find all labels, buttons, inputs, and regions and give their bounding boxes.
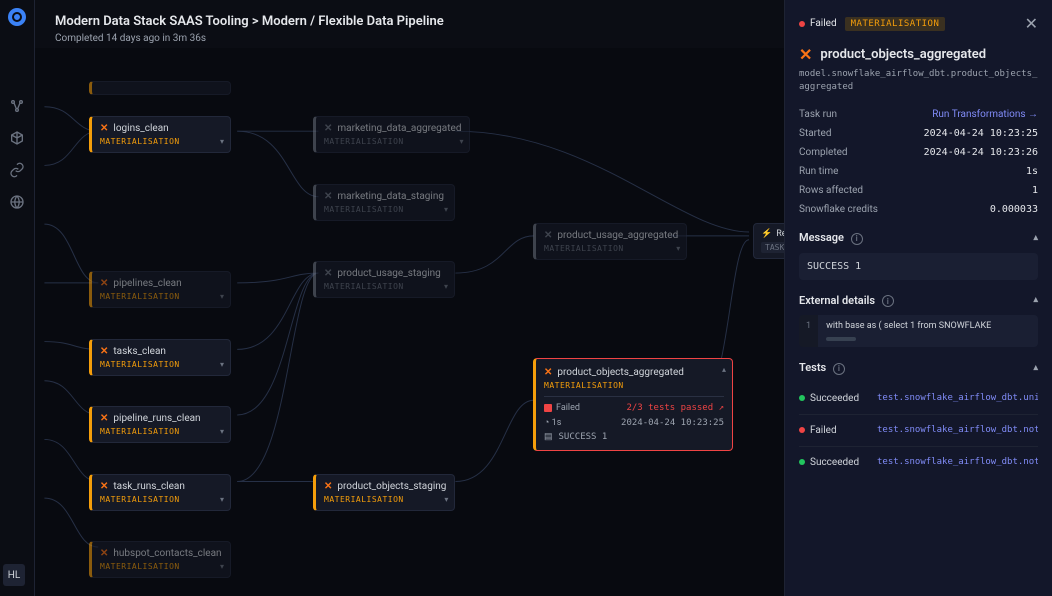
chevron-up-icon[interactable]: ▴ — [722, 365, 726, 374]
node-partial-top[interactable] — [89, 81, 231, 95]
link-icon[interactable] — [9, 162, 25, 178]
close-icon[interactable]: ✕ — [1025, 14, 1038, 33]
code-block[interactable]: 1 with base as ( select 1 from SNOWFLAKE — [799, 315, 1038, 347]
node-product-usage-staging[interactable]: ✕product_usage_staging MATERIALISATION ▾ — [313, 261, 455, 298]
chevron-down-icon[interactable]: ▾ — [220, 562, 224, 571]
run-subtitle: Completed 14 days ago in 3m 36s — [55, 33, 444, 44]
model-icon: ✕ — [799, 45, 812, 64]
left-rail — [0, 0, 35, 596]
external-details-section: External details i▴ 1 with base as ( sel… — [799, 294, 1038, 348]
status-dot-icon — [799, 459, 805, 465]
chevron-down-icon[interactable]: ▾ — [220, 427, 224, 436]
task-run-link[interactable]: Run Transformations → — [932, 109, 1038, 120]
chevron-up-icon[interactable]: ▴ — [1033, 363, 1038, 373]
node-product-usage-aggregated[interactable]: ✕product_usage_aggregated MATERIALISATIO… — [533, 223, 687, 260]
chevron-up-icon[interactable]: ▴ — [1033, 233, 1038, 243]
chevron-down-icon[interactable]: ▾ — [676, 244, 680, 253]
test-row[interactable]: Succeeded test.snowflake_airflow_dbt.uni… — [799, 383, 1038, 414]
node-marketing-data-staging[interactable]: ✕marketing_data_staging MATERIALISATION … — [313, 184, 455, 221]
chevron-down-icon[interactable]: ▾ — [220, 292, 224, 301]
node-marketing-data-aggregated[interactable]: ✕marketing_data_aggregated MATERIALISATI… — [313, 116, 470, 153]
panel-subtitle: model.snowflake_airflow_dbt.product_obje… — [799, 68, 1038, 93]
node-hubspot-contacts-clean[interactable]: ✕hubspot_contacts_clean MATERIALISATION … — [89, 541, 231, 578]
panel-title: product_objects_aggregated — [820, 47, 986, 62]
node-task-runs-clean[interactable]: ✕task_runs_clean MATERIALISATION ▾ — [89, 474, 231, 511]
graph-icon[interactable] — [9, 98, 25, 114]
chevron-down-icon[interactable]: ▾ — [444, 495, 448, 504]
chevron-down-icon[interactable]: ▾ — [444, 282, 448, 291]
meta-table: Task runRun Transformations → Started202… — [799, 109, 1038, 215]
type-badge: MATERIALISATION — [845, 17, 946, 31]
chevron-down-icon[interactable]: ▾ — [220, 137, 224, 146]
chevron-down-icon[interactable]: ▾ — [444, 205, 448, 214]
chevron-up-icon[interactable]: ▴ — [1033, 295, 1038, 305]
message-body: SUCCESS 1 — [799, 253, 1038, 280]
status-chip-failed: Failed — [799, 18, 837, 29]
status-failed-icon — [544, 404, 552, 412]
user-avatar[interactable]: HL — [3, 564, 25, 586]
test-row[interactable]: Failed test.snowflake_airflow_dbt.not_nu… — [799, 414, 1038, 446]
node-logins-clean[interactable]: ✕logins_clean MATERIALISATION ▾ — [89, 116, 231, 153]
node-tasks-clean[interactable]: ✕tasks_clean MATERIALISATION ▾ — [89, 339, 231, 376]
status-dot-icon — [799, 427, 805, 433]
info-icon[interactable]: i — [833, 363, 845, 375]
message-section: Message i▴ SUCCESS 1 — [799, 231, 1038, 280]
node-product-objects-aggregated[interactable]: ✕product_objects_aggregated MATERIALISAT… — [533, 358, 733, 451]
chevron-down-icon[interactable]: ▾ — [459, 137, 463, 146]
globe-icon[interactable] — [9, 194, 25, 210]
horizontal-scrollbar[interactable] — [826, 337, 856, 341]
chevron-down-icon[interactable]: ▾ — [220, 360, 224, 369]
info-icon[interactable]: i — [882, 295, 894, 307]
status-dot-icon — [799, 21, 805, 27]
app-logo[interactable] — [8, 8, 26, 26]
status-dot-icon — [799, 395, 805, 401]
node-pipeline-runs-clean[interactable]: ✕pipeline_runs_clean MATERIALISATION ▾ — [89, 406, 231, 443]
node-product-objects-staging[interactable]: ✕product_objects_staging MATERIALISATION… — [313, 474, 455, 511]
test-row[interactable]: Succeeded test.snowflake_airflow_dbt.not… — [799, 446, 1038, 478]
tests-link[interactable]: 2/3 tests passed ↗ — [626, 403, 724, 413]
chevron-down-icon[interactable]: ▾ — [220, 495, 224, 504]
node-pipelines-clean[interactable]: ✕pipelines_clean MATERIALISATION ▾ — [89, 271, 231, 308]
info-icon[interactable]: i — [851, 233, 863, 245]
cube-icon[interactable] — [9, 130, 25, 146]
tests-section: Tests i▴ Succeeded test.snowflake_airflo… — [799, 361, 1038, 478]
details-panel: Failed MATERIALISATION ✕ ✕ product_objec… — [784, 0, 1052, 596]
breadcrumb[interactable]: Modern Data Stack SAAS Tooling > Modern … — [55, 14, 444, 29]
